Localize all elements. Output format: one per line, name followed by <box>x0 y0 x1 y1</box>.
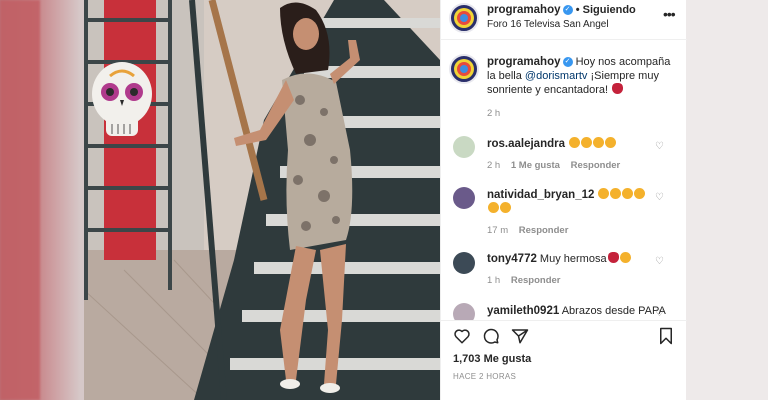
heart-icon[interactable] <box>453 327 471 345</box>
post-actions: 1,703 Me gusta HACE 2 HORAS <box>441 320 687 400</box>
comment-likes[interactable]: 1 Me gusta <box>511 160 560 171</box>
emoji <box>488 202 499 213</box>
comment-username[interactable]: natividad_bryan_12 <box>487 189 594 201</box>
emoji <box>610 188 622 199</box>
bookmark-icon[interactable] <box>658 327 674 345</box>
likes-count[interactable]: 1,703 Me gusta <box>453 353 531 365</box>
comment-icon[interactable] <box>482 327 500 345</box>
emoji <box>593 137 605 148</box>
comment-item: tony4772 Muy hermosa 1 h Responder <box>487 252 667 288</box>
caption-mention[interactable]: @dorismartv <box>525 70 588 82</box>
account-username[interactable]: programahoy <box>487 4 561 16</box>
caption-age: 2 h <box>487 108 501 119</box>
verified-badge-icon: ✓ <box>562 4 573 15</box>
comment-age: 1 h <box>487 275 501 286</box>
comment-avatar[interactable] <box>453 187 475 209</box>
comment-item: yamileth0921 Abrazos desde PAPA <box>487 304 667 318</box>
emoji <box>569 137 581 148</box>
more-dots-icon[interactable]: ••• <box>663 6 676 22</box>
emoji <box>622 188 634 199</box>
comment-username[interactable]: tony4772 <box>487 253 537 265</box>
comment-like-heart-icon[interactable]: ♡ <box>655 256 664 267</box>
comment-item: ros.aalejandra 2 h 1 Me gusta Responder <box>487 137 667 173</box>
comment-username[interactable]: yamileth0921 <box>487 305 559 317</box>
post-timestamp[interactable]: HACE 2 HORAS <box>453 372 516 381</box>
comment-age: 17 m <box>487 225 509 236</box>
instagram-post-card: programahoy ✓ • Siguiendo Foro 16 Televis… <box>84 0 687 400</box>
post-location[interactable]: Foro 16 Televisa San Angel <box>487 19 609 30</box>
comment-avatar[interactable] <box>453 252 475 274</box>
account-avatar[interactable] <box>449 3 479 33</box>
comments-section: programahoy ✓ Hoy nos acompaña la bella @… <box>441 41 687 320</box>
broken-heart-emoji <box>612 83 624 94</box>
emoji <box>500 202 511 213</box>
comment-text: Abrazos desde PAPA <box>561 305 666 317</box>
emoji <box>605 137 617 148</box>
comment-avatar[interactable] <box>453 303 475 320</box>
rose-emoji <box>607 252 619 263</box>
paper-plane-icon[interactable] <box>511 327 529 345</box>
emoji <box>581 137 593 148</box>
blurred-background-left <box>0 0 40 400</box>
comment-item: natividad_bryan_12 17 m Responder <box>487 188 667 238</box>
reply-button[interactable]: Responder <box>511 275 561 286</box>
comment-like-heart-icon[interactable]: ♡ <box>655 192 664 203</box>
comment-text: Muy hermosa <box>539 253 607 265</box>
verified-badge-icon: ✓ <box>562 57 573 68</box>
emoji <box>634 188 646 199</box>
post-caption: programahoy ✓ Hoy nos acompaña la bella @… <box>487 55 679 121</box>
comment-avatar[interactable] <box>453 136 475 158</box>
comment-username[interactable]: ros.aalejandra <box>487 138 565 150</box>
caption-avatar[interactable] <box>449 54 479 84</box>
caption-username[interactable]: programahoy <box>487 56 561 68</box>
post-sidebar: programahoy ✓ • Siguiendo Foro 16 Televis… <box>440 0 687 400</box>
comment-age: 2 h <box>487 160 501 171</box>
blurred-background-right <box>686 0 768 400</box>
following-status[interactable]: • Siguiendo <box>576 4 636 16</box>
emoji <box>619 252 631 263</box>
reply-button[interactable]: Responder <box>519 225 569 236</box>
header-username-row: programahoy ✓ • Siguiendo <box>487 4 636 16</box>
comment-like-heart-icon[interactable]: ♡ <box>655 141 664 152</box>
reply-button[interactable]: Responder <box>571 160 621 171</box>
comment-like-heart-icon[interactable]: ♡ <box>655 308 664 319</box>
post-photo-illustration <box>84 0 440 400</box>
post-photo[interactable] <box>84 0 440 400</box>
emoji <box>598 188 610 199</box>
post-header: programahoy ✓ • Siguiendo Foro 16 Televis… <box>441 0 687 40</box>
